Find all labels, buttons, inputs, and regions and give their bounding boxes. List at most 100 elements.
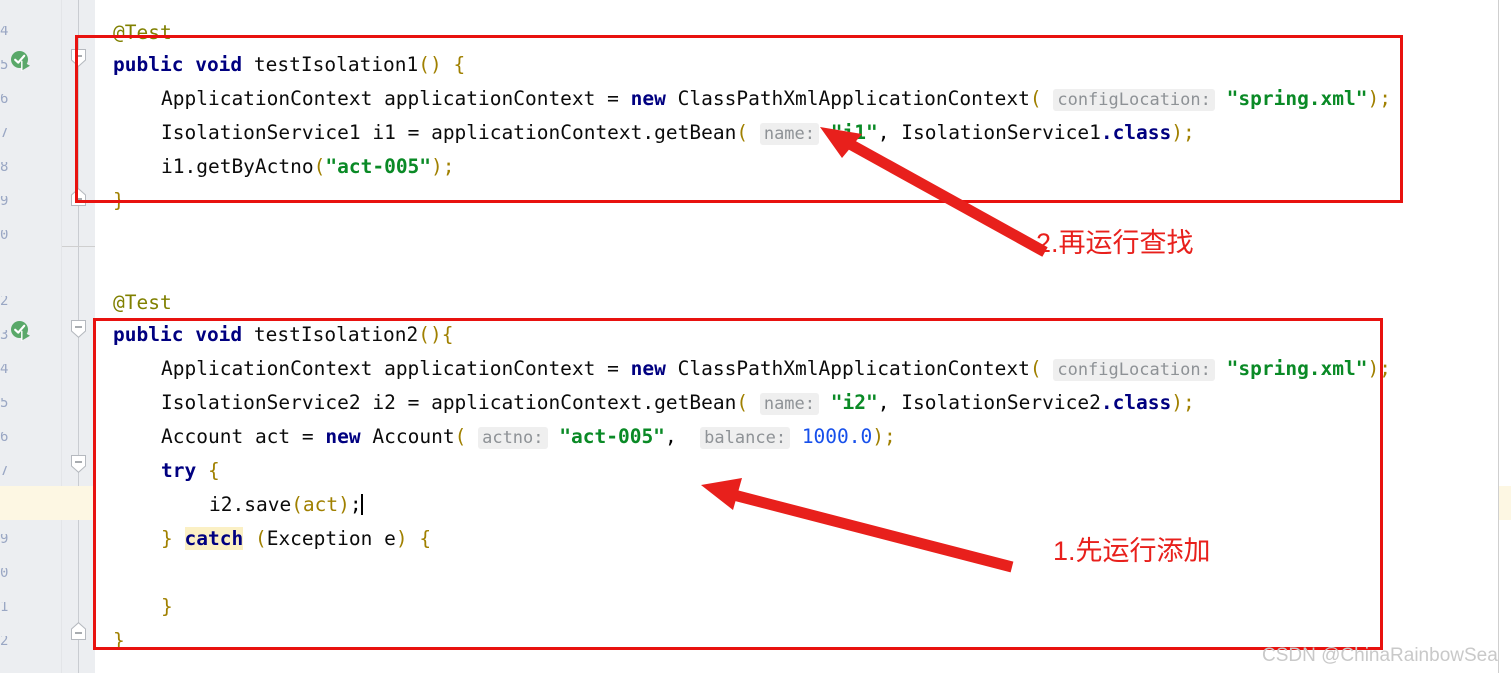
line-tail: );: [872, 425, 896, 448]
keyword-catch: catch: [184, 527, 244, 550]
keyword-new: new: [325, 425, 361, 448]
keyword-new: new: [630, 357, 666, 380]
ctor-name: ClassPathXmlApplicationContext: [677, 87, 1030, 110]
run-test-icon[interactable]: [10, 50, 32, 72]
text-caret: [360, 494, 363, 515]
code-line-getbyactno[interactable]: i1.getByActno("act-005");: [161, 150, 455, 184]
var-name: act: [254, 425, 291, 448]
class-keyword: .class: [1100, 391, 1172, 414]
assign-op: =: [607, 357, 619, 380]
class-ref: IsolationService2: [901, 391, 1101, 414]
type-name: IsolationService2: [161, 391, 361, 414]
open-brace: {: [207, 459, 220, 482]
string-literal: "act-005": [559, 425, 665, 448]
param-hint-configlocation: configLocation:: [1053, 89, 1215, 111]
annotation-label-step2: 2.再运行查找: [1036, 228, 1194, 258]
fold-marker-icon[interactable]: [71, 622, 86, 640]
fold-marker-icon[interactable]: [71, 49, 86, 67]
close-brace: }: [113, 629, 125, 652]
annotation-label-step1: 1.先运行添加: [1053, 536, 1211, 566]
open-brace: {: [419, 527, 432, 550]
code-line-try[interactable]: try {: [161, 454, 220, 488]
keyword-new: new: [630, 87, 666, 110]
number-literal: 1000.0: [801, 425, 873, 448]
code-line-close-brace[interactable]: }: [113, 184, 125, 218]
param-hint-configlocation: configLocation:: [1053, 359, 1215, 381]
exception-type: Exception: [266, 527, 373, 550]
class-keyword: .class: [1100, 121, 1172, 144]
method-call: i1.getByActno: [161, 155, 314, 178]
fold-marker-icon[interactable]: [71, 320, 86, 338]
type-name: IsolationService1: [161, 121, 361, 144]
method-name: testIsolation2: [253, 323, 419, 346]
line-tail: );: [431, 155, 455, 178]
param-hint-name: name:: [759, 393, 820, 415]
code-line-account[interactable]: Account act = new Account( actno: "act-0…: [161, 420, 896, 454]
annotation-test: @Test: [113, 21, 172, 44]
run-test-icon[interactable]: [10, 320, 32, 342]
code-line-catch-close[interactable]: }: [161, 590, 173, 624]
code-line-getbean[interactable]: IsolationService2 i2 = applicationContex…: [161, 386, 1195, 420]
code-line-context[interactable]: ApplicationContext applicationContext = …: [161, 82, 1391, 116]
close-brace: }: [113, 189, 125, 212]
editor-right-border: [1498, 0, 1499, 673]
param-hint-actno: actno:: [478, 427, 548, 449]
string-literal: "i2": [830, 391, 878, 414]
line-tail: );: [1171, 391, 1195, 414]
fold-marker-icon[interactable]: [71, 455, 86, 473]
call-args: (act): [291, 493, 350, 516]
open-brace: {: [441, 323, 454, 346]
var-name: applicationContext: [384, 357, 596, 380]
code-line-catch[interactable]: } catch (Exception e) {: [161, 522, 431, 556]
assign-op: =: [407, 121, 420, 144]
line-tail: );: [1367, 357, 1391, 380]
exception-var: e: [384, 527, 396, 550]
parens: (): [418, 323, 442, 346]
close-brace: }: [161, 595, 173, 618]
fold-marker-icon[interactable]: [71, 188, 86, 206]
type-name: ApplicationContext: [161, 87, 373, 110]
code-line-signature[interactable]: public void testIsolation2(){: [113, 318, 454, 352]
line-number-strip: 4 5 6 7 8 9 0 2 3 4 5 6 7 8 9 0 1 2: [0, 26, 9, 647]
paren-open: (: [254, 527, 267, 550]
var-name: applicationContext: [384, 87, 596, 110]
param-hint-name: name:: [759, 123, 820, 145]
comma: ,: [664, 425, 677, 448]
ctor-name: Account: [372, 425, 455, 448]
assign-op: =: [407, 391, 420, 414]
string-literal: "i1": [830, 121, 878, 144]
keyword-public: public: [113, 323, 184, 346]
class-ref: IsolationService1: [901, 121, 1101, 144]
assign-op: =: [301, 425, 314, 448]
code-line-getbean[interactable]: IsolationService1 i1 = applicationContex…: [161, 116, 1195, 150]
var-name: i1: [372, 121, 396, 144]
parens: (): [418, 53, 442, 76]
line-tail: );: [1367, 87, 1391, 110]
annotation-test: @Test: [113, 291, 172, 314]
code-line-context[interactable]: ApplicationContext applicationContext = …: [161, 352, 1391, 386]
string-literal: "spring.xml": [1226, 357, 1368, 380]
keyword-try: try: [161, 459, 197, 482]
method-name: testIsolation1: [253, 53, 419, 76]
type-name: ApplicationContext: [161, 357, 373, 380]
line-tail: );: [1171, 121, 1195, 144]
code-editor-area[interactable]: @Test public void testIsolation1() { App…: [95, 0, 1498, 673]
string-literal: "spring.xml": [1226, 87, 1368, 110]
assign-op: =: [607, 87, 619, 110]
keyword-public: public: [113, 53, 184, 76]
param-hint-balance: balance:: [700, 427, 791, 449]
code-line-annotation[interactable]: @Test: [113, 286, 172, 320]
keyword-void: void: [195, 323, 243, 346]
code-line-annotation[interactable]: @Test: [113, 16, 172, 50]
method-call: applicationContext.getBean: [431, 121, 737, 144]
var-name: i2: [372, 391, 396, 414]
code-line-save[interactable]: i2.save(act);: [209, 488, 363, 522]
type-name: Account: [161, 425, 244, 448]
keyword-void: void: [195, 53, 243, 76]
code-line-close-brace[interactable]: }: [113, 624, 125, 658]
string-literal: "act-005": [325, 155, 432, 178]
paren-close: ): [395, 527, 408, 550]
code-line-signature[interactable]: public void testIsolation1() {: [113, 48, 465, 82]
screenshot-root: 4 5 6 7 8 9 0 2 3 4 5 6 7 8 9 0 1 2: [0, 0, 1511, 673]
method-call: i2.save: [209, 493, 292, 516]
